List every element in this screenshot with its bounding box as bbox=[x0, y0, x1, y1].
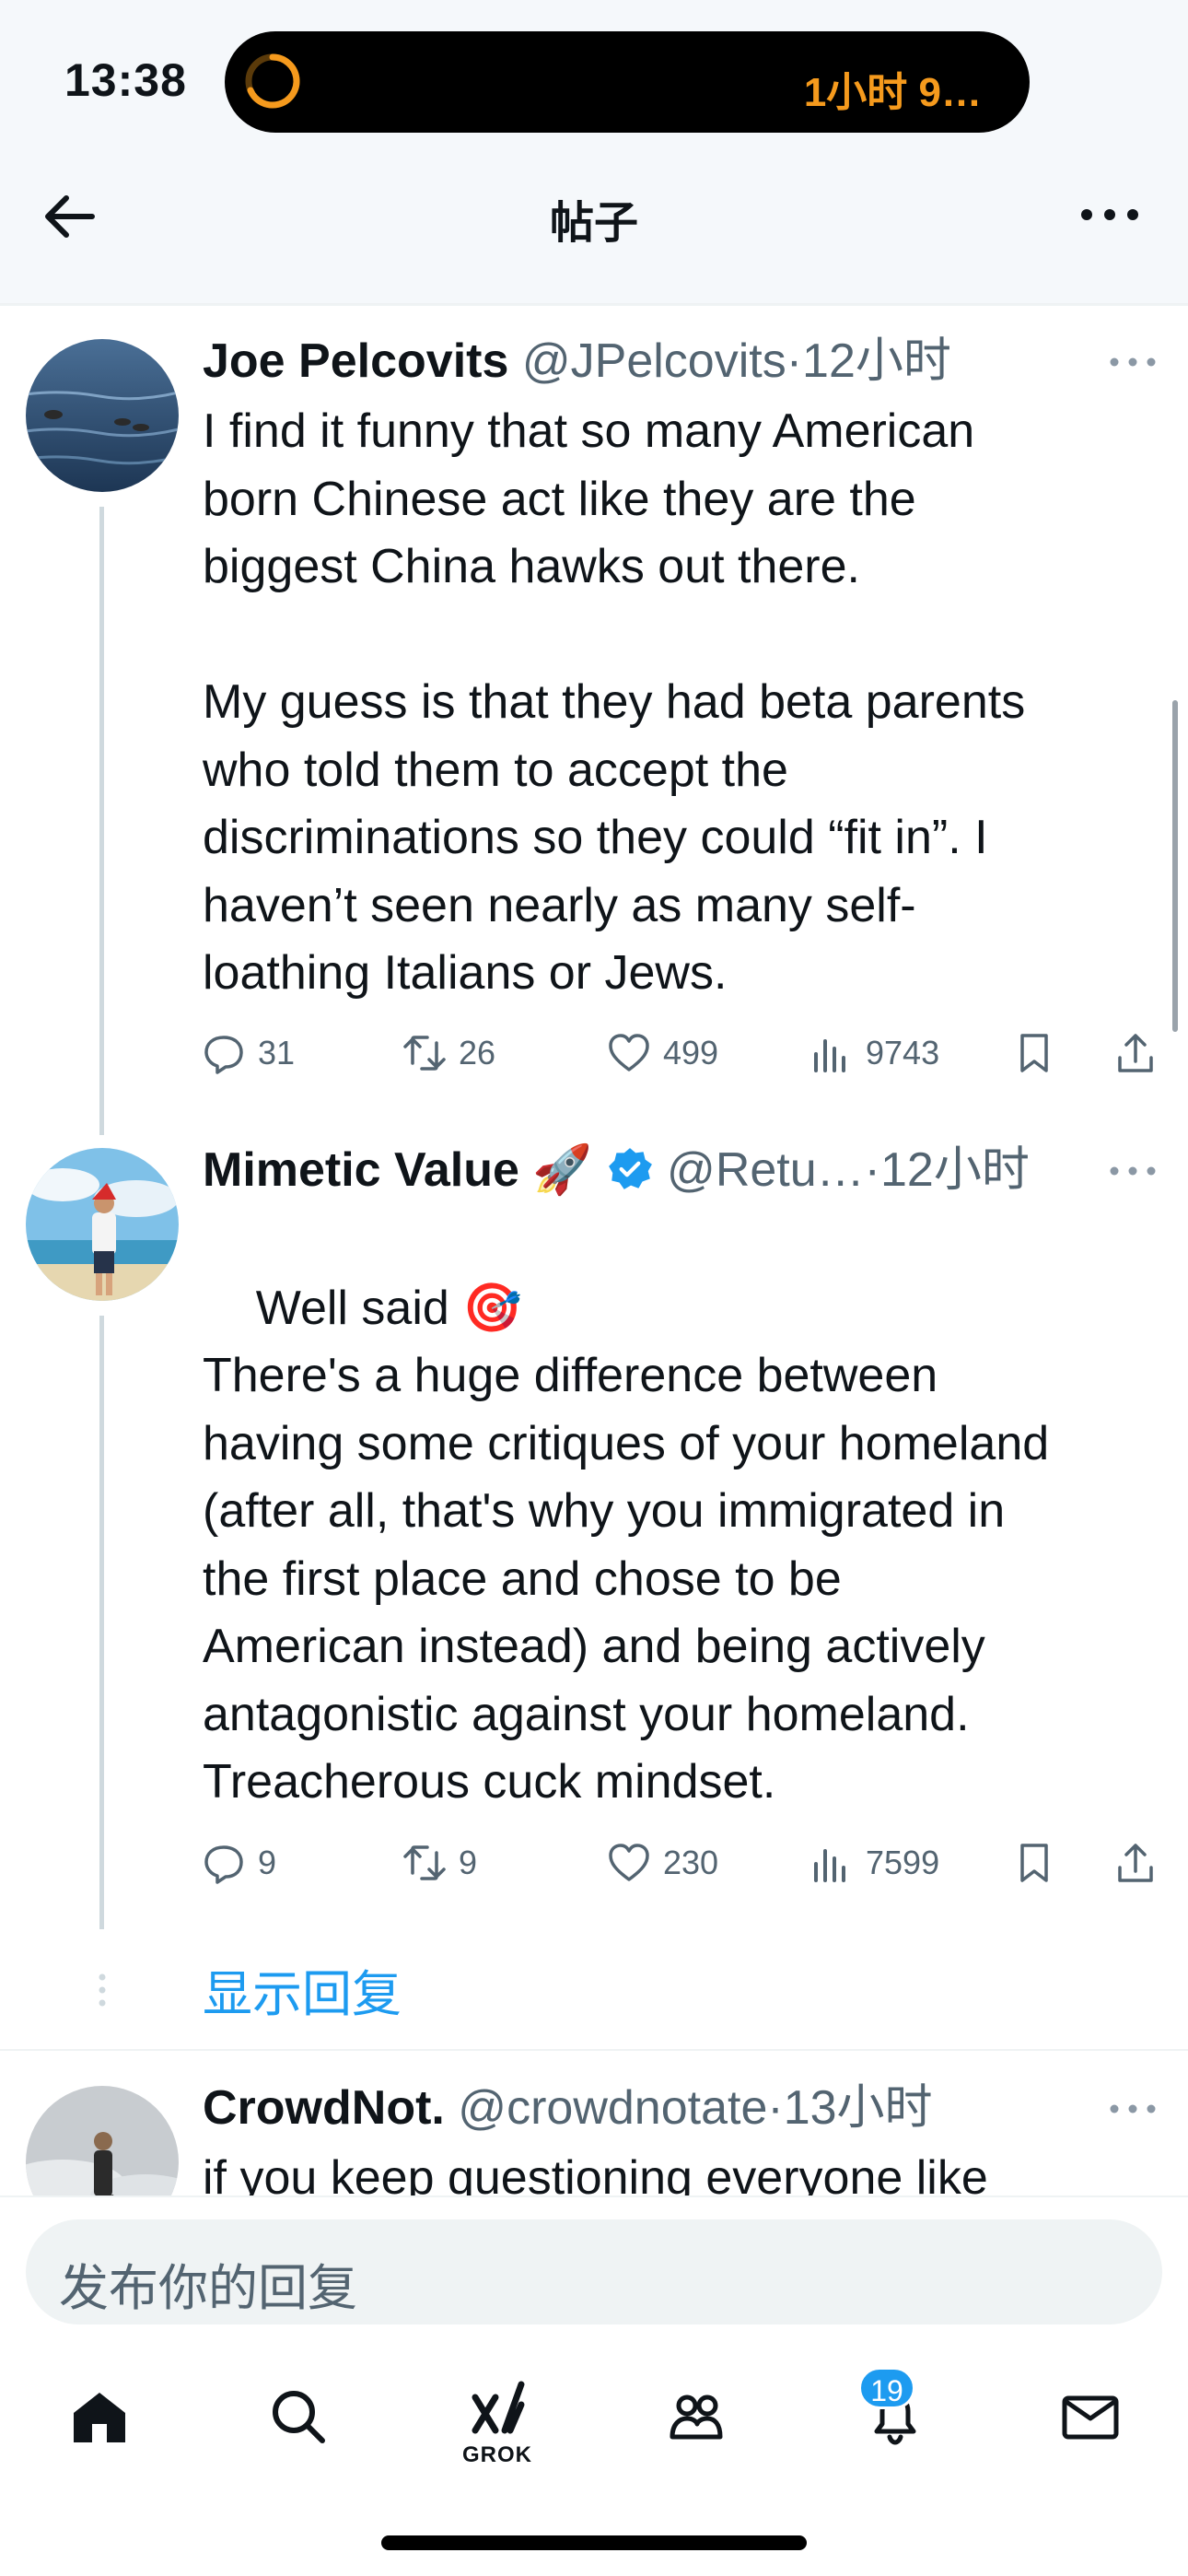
timestamp[interactable]: 13小时 bbox=[784, 2081, 933, 2135]
tweet-text: if you keep questioning everyone like bbox=[203, 2151, 988, 2195]
mail-icon bbox=[1062, 2395, 1119, 2440]
reply-input[interactable]: 发布你的回复 bbox=[26, 2219, 1162, 2324]
avatar[interactable] bbox=[26, 2086, 179, 2195]
tab-messages[interactable] bbox=[1044, 2371, 1136, 2463]
reply-placeholder: 发布你的回复 bbox=[59, 2261, 357, 2316]
separator-dot: · bbox=[767, 2081, 784, 2135]
scrollbar-thumb[interactable] bbox=[1172, 700, 1178, 1032]
tab-grok[interactable]: GROK bbox=[451, 2371, 543, 2467]
tab-home[interactable] bbox=[53, 2371, 146, 2463]
tweet-more-icon[interactable] bbox=[1105, 2095, 1160, 2123]
tab-search[interactable] bbox=[252, 2371, 344, 2463]
tab-communities[interactable] bbox=[650, 2371, 742, 2463]
reply-composer-bar: 发布你的回复 bbox=[0, 2195, 1188, 2334]
home-indicator[interactable] bbox=[381, 2535, 807, 2550]
communities-icon bbox=[670, 2395, 723, 2440]
tweet-crowdnot[interactable]: CrowdNot. @crowdnotate·13小时 if you keep … bbox=[0, 0, 1188, 2195]
author-name[interactable]: CrowdNot. bbox=[203, 2081, 445, 2135]
author-handle[interactable]: @crowdnotate bbox=[458, 2081, 767, 2135]
notifications-badge: 19 bbox=[858, 2367, 915, 2409]
tweet-header: CrowdNot. @crowdnotate·13小时 bbox=[203, 2071, 1151, 2145]
home-icon bbox=[74, 2393, 125, 2442]
grok-icon bbox=[472, 2381, 525, 2434]
grok-label: GROK bbox=[462, 2442, 532, 2467]
search-icon bbox=[273, 2391, 325, 2443]
